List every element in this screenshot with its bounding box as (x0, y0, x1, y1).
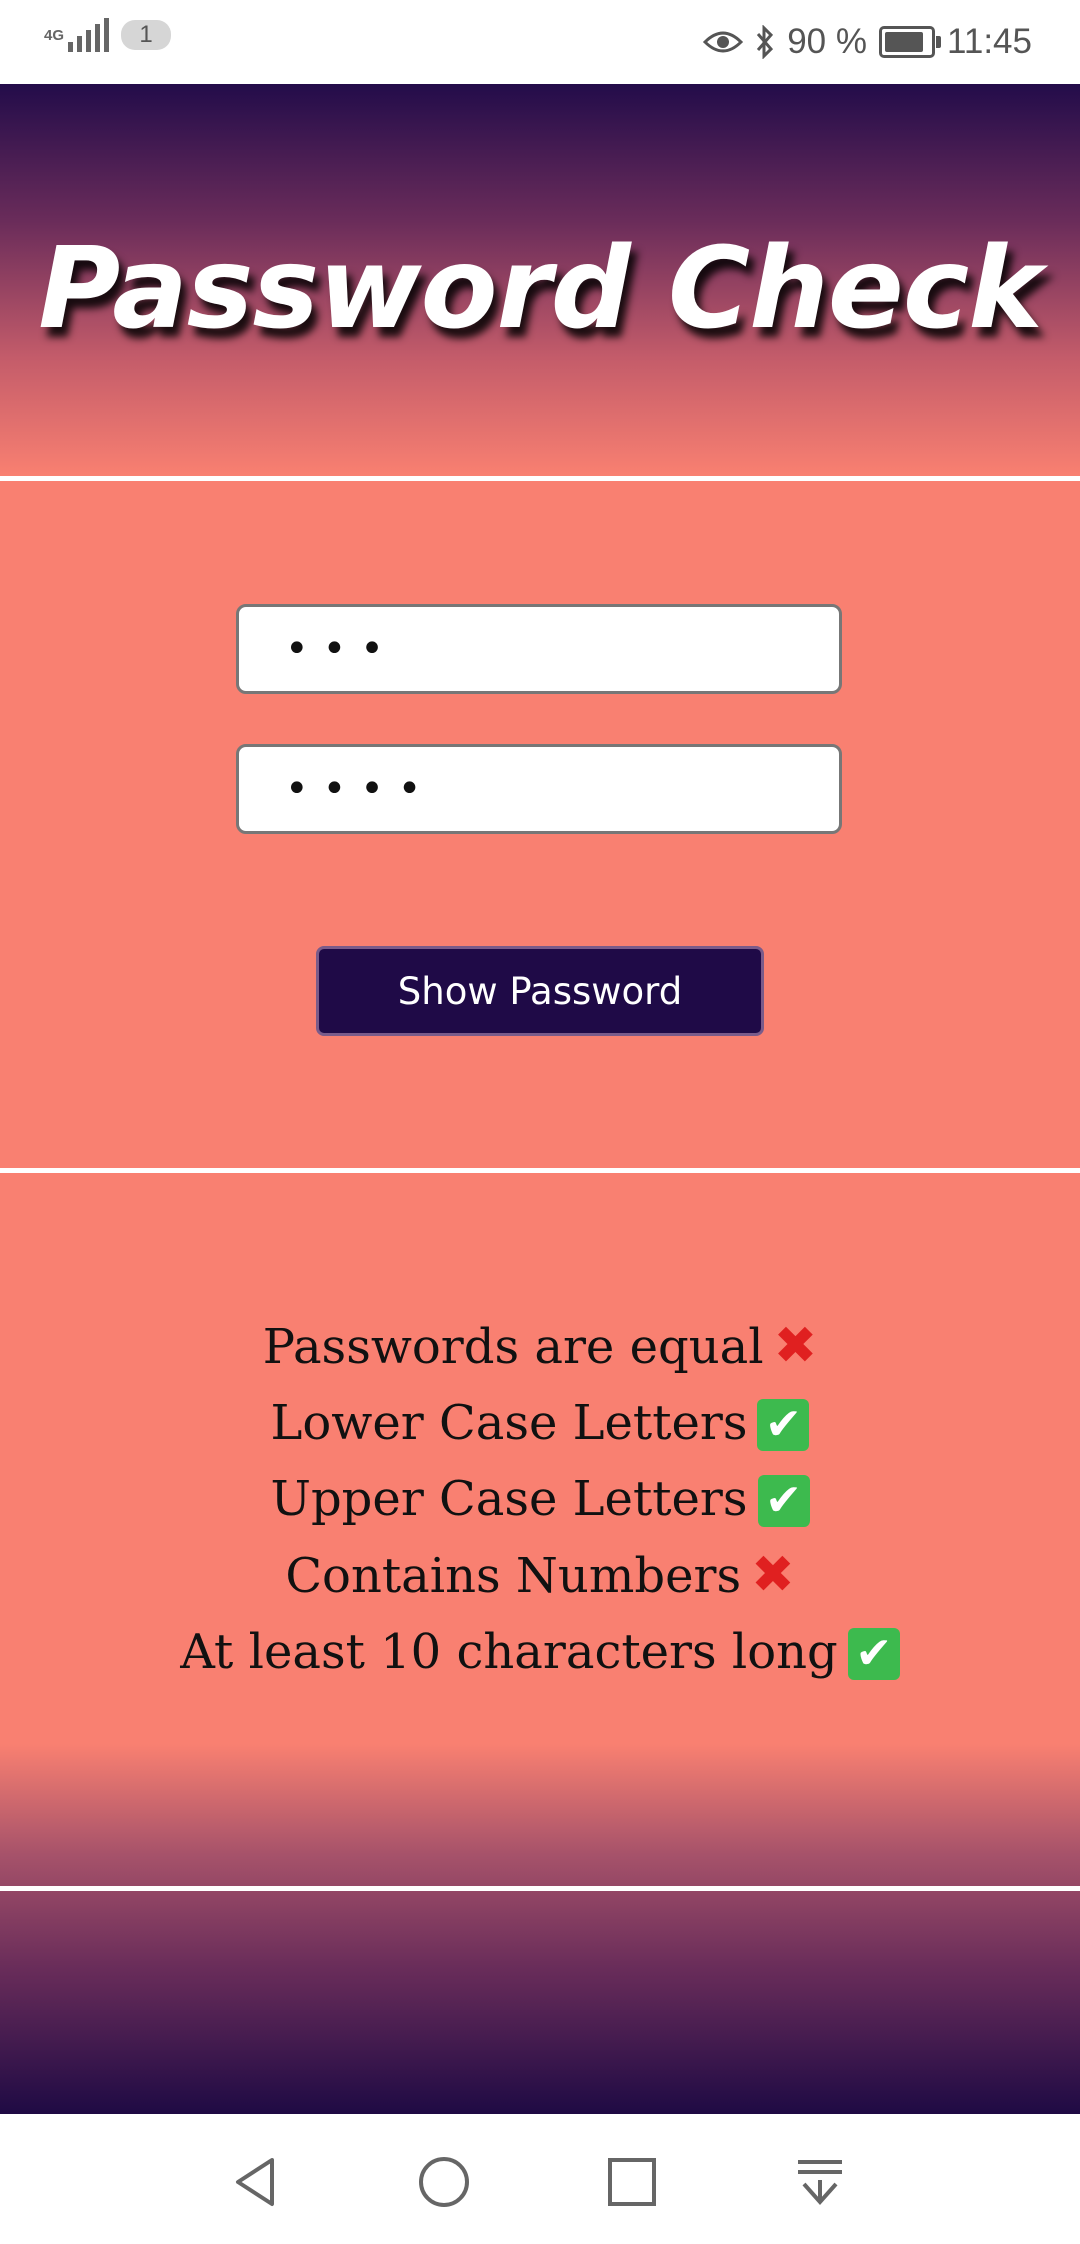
requirement-label: Upper Case Letters (270, 1471, 748, 1527)
signal-icon (68, 18, 110, 52)
battery-percent: 90 % (787, 22, 867, 61)
requirement-label: Contains Numbers (285, 1548, 742, 1604)
show-password-button[interactable]: Show Password (316, 946, 764, 1036)
status-left: 4G 1 (44, 18, 172, 52)
requirement-numbers: Contains Numbers ✖ (0, 1537, 1080, 1614)
confirm-password-input[interactable] (236, 744, 842, 834)
cross-mark-icon: ✖ (773, 1316, 818, 1376)
cross-mark-icon: ✖ (751, 1545, 795, 1605)
page-title: Password Check (38, 224, 1042, 354)
battery-icon (879, 26, 941, 58)
notification-shade-icon[interactable] (792, 2154, 848, 2210)
clock: 11:45 (947, 22, 1032, 61)
requirement-lower-case: Lower Case Letters ✔ (0, 1385, 1080, 1461)
bluetooth-icon (757, 25, 774, 59)
requirement-upper-case: Upper Case Letters ✔ (0, 1461, 1080, 1537)
divider (0, 1886, 1080, 1891)
status-right: 90 % 11:45 (691, 20, 1032, 64)
check-mark-icon: ✔ (757, 1399, 810, 1451)
eye-icon (703, 31, 744, 53)
requirement-passwords-equal: Passwords are equal ✖ (0, 1308, 1080, 1385)
requirement-label: At least 10 characters long (180, 1624, 838, 1680)
check-mark-icon: ✔ (847, 1628, 900, 1680)
requirement-length: At least 10 characters long ✔ (0, 1614, 1080, 1690)
navigation-bar (0, 2114, 1080, 2244)
app-screen: Password Check Show Password Passwords a… (0, 84, 1080, 2114)
header: Password Check (0, 84, 1080, 476)
recent-apps-icon[interactable] (604, 2154, 660, 2210)
sim-badge: 1 (121, 20, 172, 50)
divider (0, 1168, 1080, 1173)
password-requirements: Passwords are equal ✖ Lower Case Letters ✔… (0, 1308, 1080, 1690)
divider (0, 476, 1080, 481)
back-icon[interactable] (228, 2154, 284, 2210)
requirement-label: Lower Case Letters (270, 1395, 748, 1451)
status-bar: 4G 1 90 % 11:45 (0, 0, 1080, 84)
password-input[interactable] (236, 604, 842, 694)
network-type: 4G (44, 26, 65, 44)
requirement-label: Passwords are equal (262, 1319, 764, 1375)
home-icon[interactable] (416, 2154, 472, 2210)
footer-gradient (0, 1744, 1080, 2114)
check-mark-icon: ✔ (757, 1475, 810, 1527)
